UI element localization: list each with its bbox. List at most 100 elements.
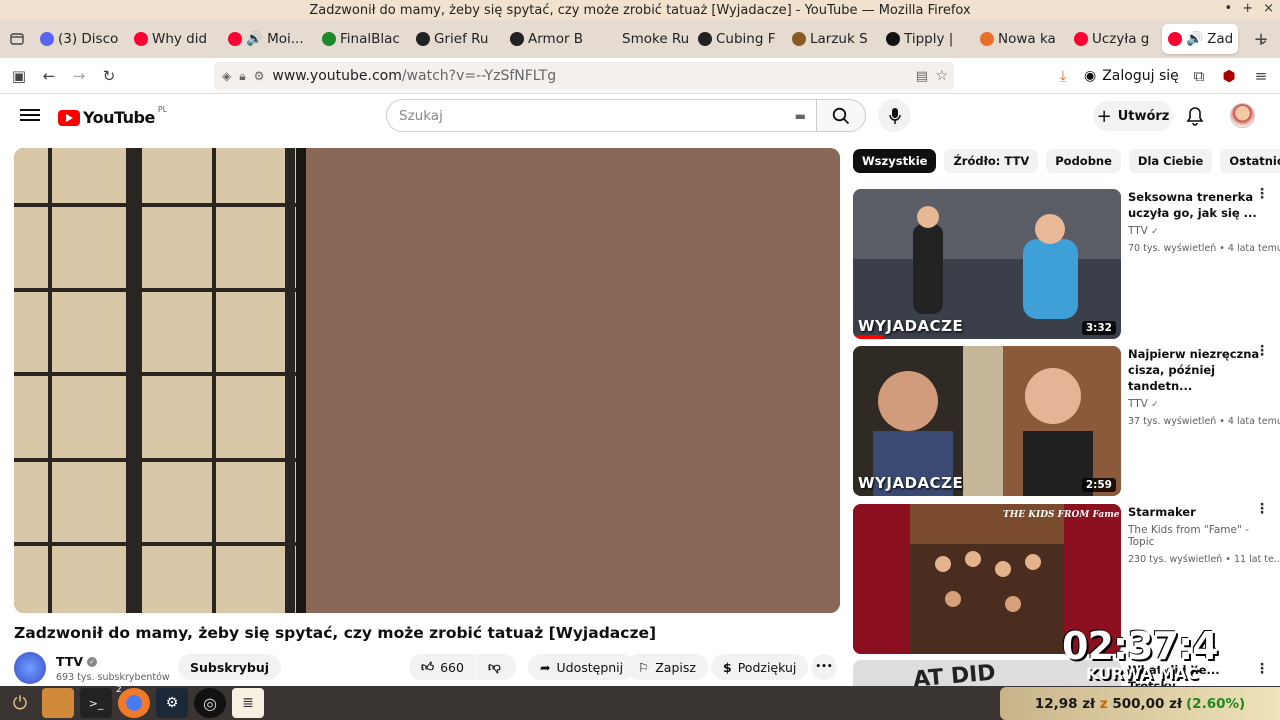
power-icon[interactable]: ⏻ [4,688,36,718]
search-input[interactable]: Szukaj ▬ [386,99,816,132]
browser-tab[interactable]: Grief Ru [410,24,502,54]
back-icon[interactable]: ← [34,61,64,91]
url-bar[interactable]: ◈ 🔒︎ ⚙ www.youtube.com/watch?v=--YzSfNFL… [214,62,954,90]
rec-menu-icon[interactable]: ⋮ [1255,662,1269,676]
rec-info: Starmaker The Kids from "Fame" - Topic 2… [1128,504,1280,565]
login-label: Zaloguj się [1102,68,1179,84]
lock-icon[interactable]: 🔒︎ [239,69,245,84]
thumbs-up-icon: 👍︎ [421,659,435,674]
filter-chip[interactable]: Wszystkie [853,149,937,173]
like-count: 660 [440,659,464,675]
subscribe-button[interactable]: Subskrybuj [178,654,282,680]
tab-favicon-icon [1168,32,1182,46]
tab-overview-icon[interactable] [0,24,34,54]
rec-title[interactable]: Seksowna trenerka uczyła go, jak się ... [1128,189,1268,221]
yt-menu-icon[interactable] [20,106,40,124]
thanks-button[interactable]: $ Podziękuj [711,654,809,680]
steam-icon[interactable]: ⚙ [156,688,188,718]
browser-tab[interactable]: Why did [128,24,220,54]
rec-thumbnail[interactable]: WYJADACZE 3:32 [853,189,1121,339]
permissions-icon[interactable]: ⚙ [254,69,265,83]
notifications-icon[interactable] [1186,106,1204,130]
rec-channel[interactable]: TTV ✓ [1128,225,1268,237]
login-button[interactable]: ◉ Zaloguj się [1084,64,1179,88]
bookmark-star-icon[interactable]: ☆ [935,68,948,84]
filter-chip[interactable]: Podobne [1046,149,1121,173]
youtube-play-icon [58,109,80,126]
obs-icon[interactable]: ◎ [194,688,226,718]
share-icon: ➦ [540,659,551,675]
verified-icon: ✓ [1151,227,1159,237]
rec-menu-icon[interactable]: ⋮ [1255,344,1269,358]
keyboard-icon[interactable]: ▬ [795,109,806,123]
downloads-icon[interactable]: ⤓ [1048,61,1078,91]
filter-chip[interactable]: Źródło: TTV [944,149,1039,173]
donation-sep: z [1099,695,1108,712]
browser-tab[interactable]: (3) Disco [34,24,126,54]
search-button[interactable] [816,99,866,132]
search-icon [832,107,850,124]
filter-chip[interactable]: Dla Ciebie [1128,149,1213,173]
files-icon[interactable] [42,688,74,718]
youtube-region: PL [157,105,168,114]
browser-tab[interactable]: Uczyła g [1068,24,1160,54]
like-button[interactable]: 👍︎ 660 [409,654,475,680]
sidebar-icon[interactable]: ▣ [4,61,34,91]
share-button[interactable]: ➦ Udostępnij [528,654,636,680]
browser-tab[interactable]: 🔊 Moi... [222,24,314,54]
browser-tab[interactable]: FinalBlac [316,24,408,54]
rec-item[interactable]: WYJADACZE 2:59 Najpierw niezręczna cisza… [853,344,1280,496]
rec-meta: 70 tys. wyświetleń • 4 lata temu [1128,243,1280,254]
rec-channel[interactable]: TTV ✓ [1128,398,1268,410]
browser-tab[interactable]: Nowa ka [974,24,1066,54]
create-button[interactable]: + Utwórz [1093,101,1173,131]
extensions-icon[interactable]: ⧉ [1184,61,1214,91]
reader-view-icon[interactable]: ▤ [916,69,928,84]
text-editor-icon[interactable]: ≣ [232,688,264,718]
dislike-button[interactable]: 👎︎ [476,654,516,680]
rec-item[interactable]: WYJADACZE 3:32 Seksowna trenerka uczyła … [853,187,1280,339]
menu-icon[interactable]: ≡ [1246,61,1276,91]
donation-goal-widget: 12,98 zł z 500,00 zł (2.60%) [1000,687,1280,720]
tab-list-chevron-icon[interactable]: ⌄ [1248,24,1278,54]
video-player[interactable] [14,148,840,613]
browser-tab[interactable]: 🔊 Zad× [1162,24,1238,54]
microphone-icon [888,107,901,124]
rec-title[interactable]: Najpierw niezręczna cisza, później tande… [1128,346,1268,394]
minimize-button[interactable]: • [1225,1,1233,16]
filter-chip[interactable]: Ostatnio p [1220,149,1280,173]
browser-tab[interactable]: Larzuk S [786,24,878,54]
tab-favicon-icon [510,32,524,46]
maximize-button[interactable]: + [1242,1,1253,16]
rec-menu-icon[interactable]: ⋮ [1255,187,1269,201]
share-label: Udostępnij [556,659,624,675]
tab-close-icon[interactable]: × [1237,31,1238,47]
close-window-button[interactable]: × [1263,1,1274,16]
browser-tab[interactable]: Smoke Run [598,24,690,54]
more-actions-button[interactable]: ••• [811,654,837,680]
avatar[interactable] [1230,103,1255,128]
account-icon: ◉ [1084,68,1097,84]
save-button[interactable]: ⚐ Zapisz [626,654,708,680]
tab-label: FinalBlac [340,31,400,47]
forward-icon[interactable]: → [64,61,94,91]
terminal-icon[interactable]: >_ [80,688,112,718]
rec-title[interactable]: Starmaker [1128,504,1268,520]
browser-tab[interactable]: Armor B [504,24,596,54]
reload-icon[interactable]: ↻ [94,61,124,91]
shield-icon[interactable]: ◈ [222,69,231,83]
channel-name[interactable]: TTV ✓ [56,654,98,669]
ublock-icon[interactable]: ⬢ [1214,61,1244,91]
chips-next-icon[interactable]: › [1240,152,1246,171]
firefox-icon[interactable]: 2 [116,685,150,718]
youtube-logo[interactable]: YouTube PL [58,105,168,127]
browser-tab[interactable]: Tipply | [880,24,972,54]
tab-label: Tipply | [904,31,954,47]
rec-menu-icon[interactable]: ⋮ [1255,502,1269,516]
rec-channel[interactable]: The Kids from "Fame" - Topic [1128,524,1268,548]
rec-thumbnail[interactable]: WYJADACZE 2:59 [853,346,1121,496]
thanks-label: Podziękuj [737,659,797,675]
channel-avatar[interactable] [14,652,46,684]
browser-tab[interactable]: Cubing F [692,24,784,54]
voice-search-button[interactable] [878,99,911,132]
